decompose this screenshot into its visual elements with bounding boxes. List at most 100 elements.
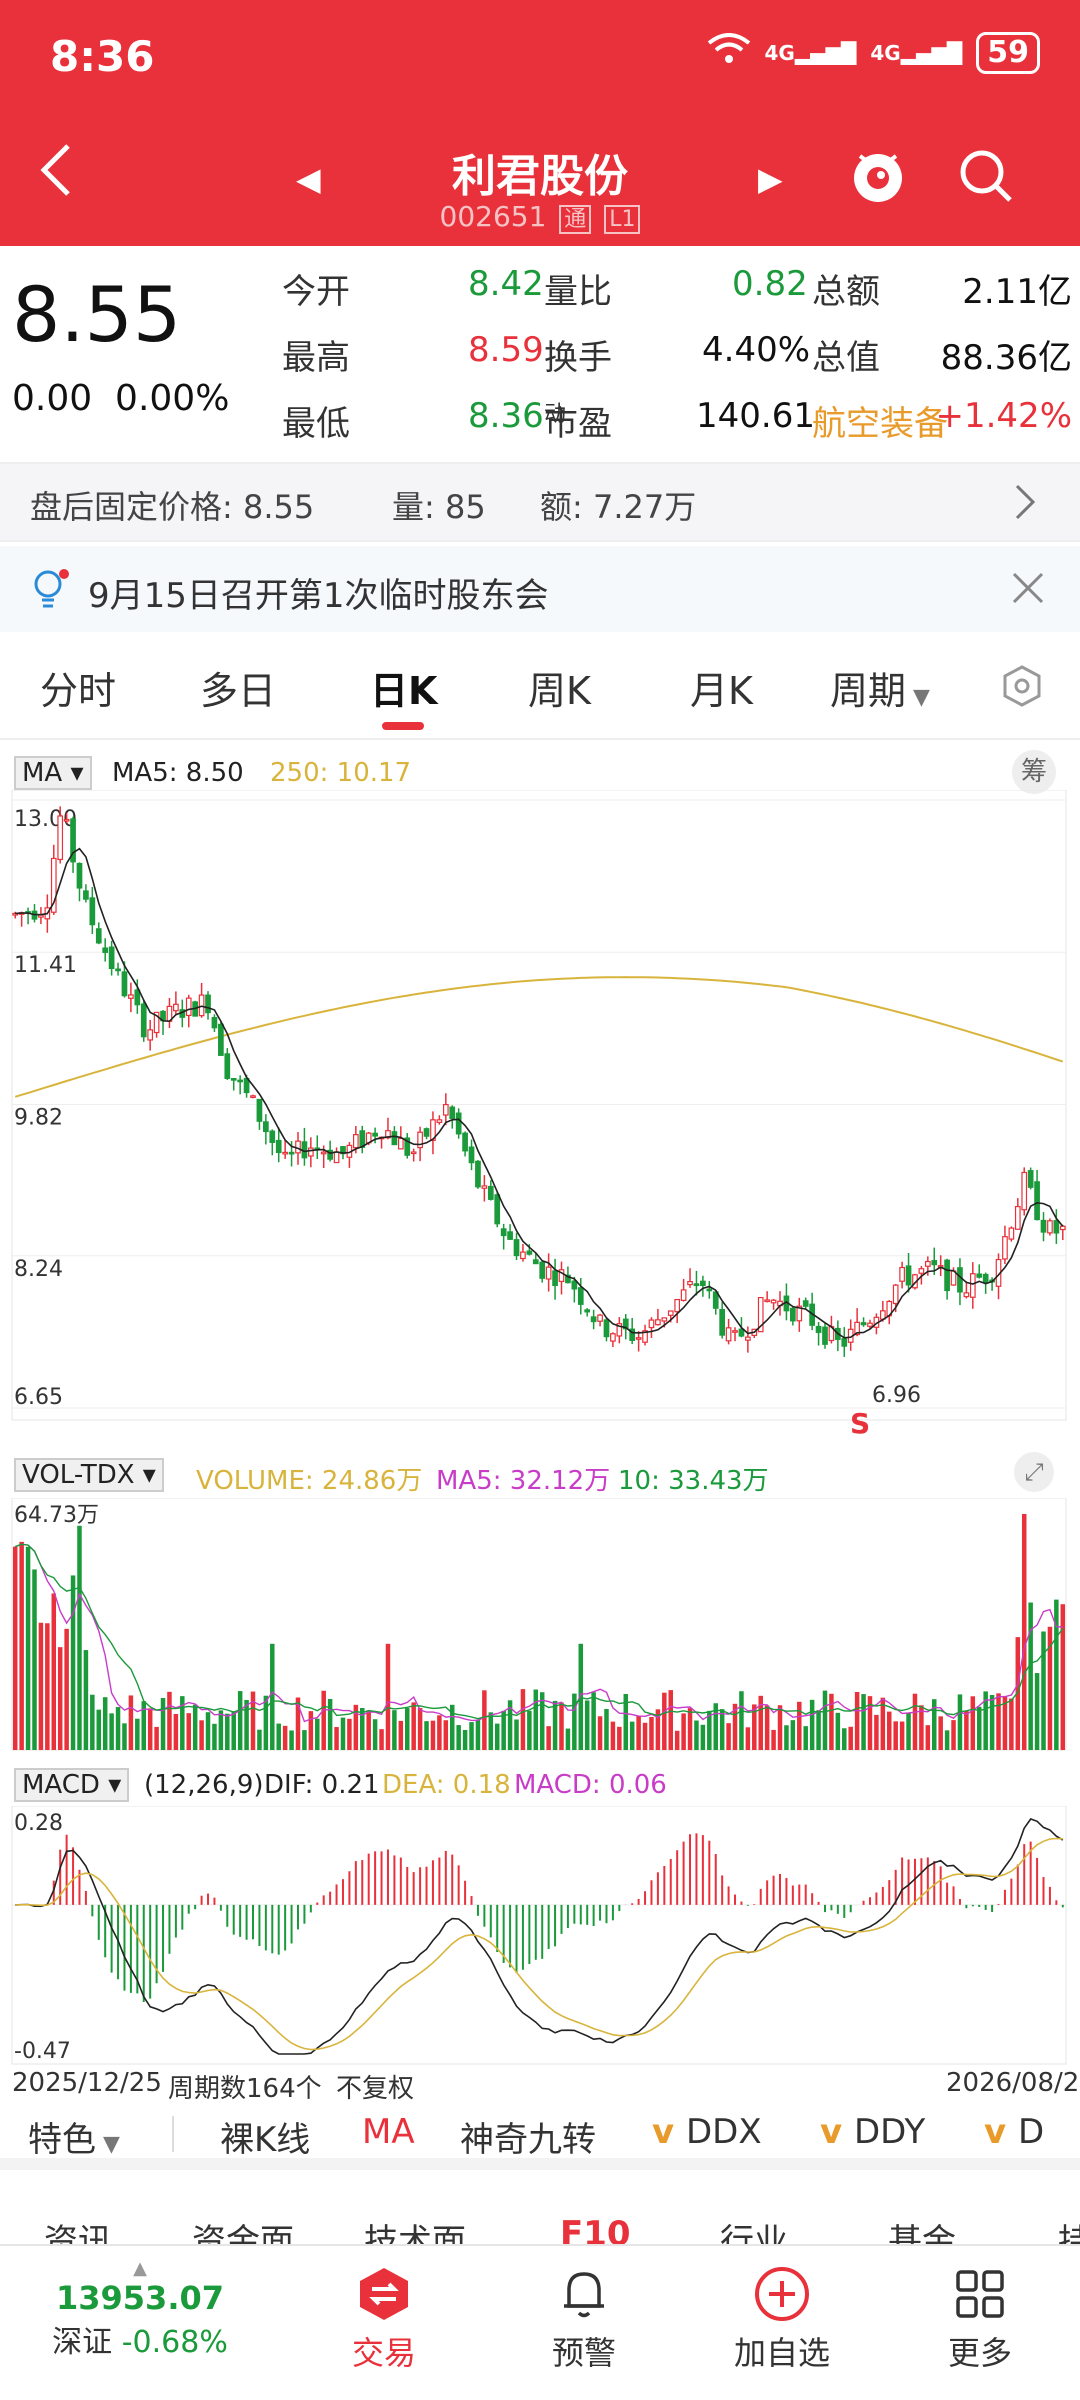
- wifi-icon: [707, 33, 751, 73]
- candle-body: [185, 997, 192, 1017]
- candle-body: [635, 1337, 642, 1340]
- candle-body: [108, 946, 115, 970]
- candle-body: [230, 1078, 237, 1081]
- index-ticker[interactable]: ▲ 13953.07 深证 -0.68%: [40, 2258, 240, 2361]
- chart-tabs: 分时 多日 日K 周K 月K 周期 ▼: [0, 640, 1080, 740]
- candle-body: [115, 968, 121, 972]
- volume-bar: [803, 1726, 808, 1750]
- toolbar-ma[interactable]: MA: [362, 2112, 415, 2152]
- volume-bar: [315, 1718, 320, 1750]
- volume-bar: [629, 1721, 635, 1750]
- volume-bar: [970, 1696, 976, 1750]
- candle-body: [352, 1134, 359, 1149]
- volume-bar: [899, 1721, 905, 1750]
- expand-icon[interactable]: ⤢: [1014, 1452, 1054, 1492]
- tab-daily-k[interactable]: 日K: [370, 660, 437, 715]
- candle-body: [667, 1310, 674, 1316]
- settings-icon[interactable]: [1000, 664, 1044, 712]
- dea-line: [15, 1837, 1063, 2051]
- volume-bar: [893, 1721, 898, 1750]
- tab-period[interactable]: 周期 ▼: [830, 660, 930, 715]
- nav-add-watchlist[interactable]: 加自选: [702, 2264, 862, 2374]
- candle-body: [102, 947, 109, 953]
- volume-bar: [816, 1710, 821, 1750]
- signal-icon-2: 4G▂▄▆█: [870, 41, 963, 65]
- volume-chart[interactable]: 64.73万: [0, 1498, 1080, 1752]
- tab-monthly-k[interactable]: 月K: [690, 660, 753, 715]
- lightbulb-icon: [30, 568, 70, 621]
- candle-body: [982, 1273, 989, 1283]
- candle-body: [571, 1280, 578, 1290]
- sector-link[interactable]: 航空装备: [812, 396, 948, 445]
- stock-name: 利君股份: [452, 151, 628, 202]
- volume-indicator-selector[interactable]: VOL-TDX ▾: [14, 1458, 164, 1492]
- candle-body: [841, 1338, 848, 1347]
- toolbar-magic-nine[interactable]: 神奇九转: [460, 2112, 596, 2161]
- candle-body: [121, 971, 128, 997]
- nav-more[interactable]: 更多: [900, 2264, 1060, 2374]
- candle-body: [320, 1151, 327, 1155]
- volume-bar: [925, 1725, 931, 1750]
- candle-body: [545, 1266, 552, 1280]
- candle-body: [173, 1003, 179, 1012]
- candle-body: [487, 1185, 494, 1200]
- candle-body: [76, 862, 83, 889]
- trade-icon: [360, 2268, 408, 2320]
- volume-bar: [135, 1718, 140, 1750]
- tab-multiday[interactable]: 多日: [200, 660, 276, 715]
- toolbar-bare-k[interactable]: 裸K线: [220, 2112, 310, 2161]
- macd-indicator-selector[interactable]: MACD ▾: [14, 1768, 130, 1802]
- candle-body: [1014, 1205, 1021, 1230]
- toolbar-divider: [172, 2116, 174, 2152]
- toolbar-d[interactable]: v D: [984, 2112, 1044, 2152]
- macd-chart[interactable]: 0.28 -0.47: [0, 1806, 1080, 2068]
- volume-bar: [25, 1546, 31, 1750]
- volume-bar: [347, 1718, 352, 1750]
- candle-body: [905, 1265, 912, 1286]
- volume-bar: [96, 1709, 102, 1750]
- volume-bar: [218, 1710, 224, 1750]
- candle-body: [391, 1131, 398, 1146]
- volume-bar: [372, 1719, 378, 1750]
- candlestick-chart[interactable]: 13.0011.419.828.246.65 6.96S: [0, 790, 1080, 1440]
- volume-bar: [552, 1700, 558, 1750]
- feature-selector[interactable]: 特色 ▼: [28, 2112, 120, 2161]
- volume-bar: [385, 1643, 391, 1750]
- candle-body: [687, 1280, 693, 1286]
- level-tag: L1: [604, 205, 641, 234]
- volume-bar: [321, 1690, 326, 1750]
- toolbar-ddy[interactable]: v DDY: [820, 2112, 925, 2152]
- tab-weekly-k[interactable]: 周K: [528, 660, 591, 715]
- toolbar-ddx[interactable]: v DDX: [652, 2112, 762, 2152]
- tab-intraday[interactable]: 分时: [40, 660, 116, 715]
- search-icon[interactable]: [956, 146, 1016, 206]
- notice-bar[interactable]: 9月15日召开第1次临时股东会: [0, 546, 1080, 632]
- low-price-label: 6.96: [872, 1383, 921, 1408]
- volume-bar: [745, 1727, 751, 1750]
- candle-body: [397, 1137, 404, 1150]
- volume-bar: [822, 1690, 828, 1750]
- volume-bar: [784, 1725, 789, 1750]
- quote-row-open: 今开 8.42 量比 0.82 总额 2.11亿: [282, 264, 1072, 312]
- candle-body: [513, 1239, 520, 1257]
- candle-body: [507, 1231, 513, 1240]
- close-icon[interactable]: [1010, 570, 1046, 615]
- ma-indicator-selector[interactable]: MA ▾: [14, 756, 92, 790]
- candle-body: [603, 1319, 610, 1338]
- volume-bar: [430, 1720, 436, 1750]
- candle-body: [584, 1309, 591, 1313]
- nav-trade[interactable]: 交易: [304, 2264, 464, 2374]
- caret-up-icon: ▲: [133, 2258, 147, 2279]
- ma5-line: [15, 847, 1064, 1339]
- next-stock-button[interactable]: ▶: [758, 160, 783, 198]
- candle-body: [661, 1317, 668, 1322]
- stock-detail-screen: 8:36 4G▂▄▆█ 4G▂▄▆█ 59 ◀ 利君股份 002651 通 L1…: [0, 0, 1080, 2400]
- candle-body: [468, 1146, 475, 1164]
- after-hours-bar[interactable]: 盘后固定价格: 8.55 量: 85 额: 7.27万: [0, 462, 1080, 542]
- mascot-icon[interactable]: [848, 146, 908, 206]
- nav-alert[interactable]: 预警: [504, 2264, 664, 2374]
- volume-bar: [565, 1728, 571, 1750]
- chip-distribution-button[interactable]: 筹: [1012, 750, 1056, 794]
- volume-bar: [77, 1525, 82, 1750]
- volume-bar: [70, 1575, 76, 1750]
